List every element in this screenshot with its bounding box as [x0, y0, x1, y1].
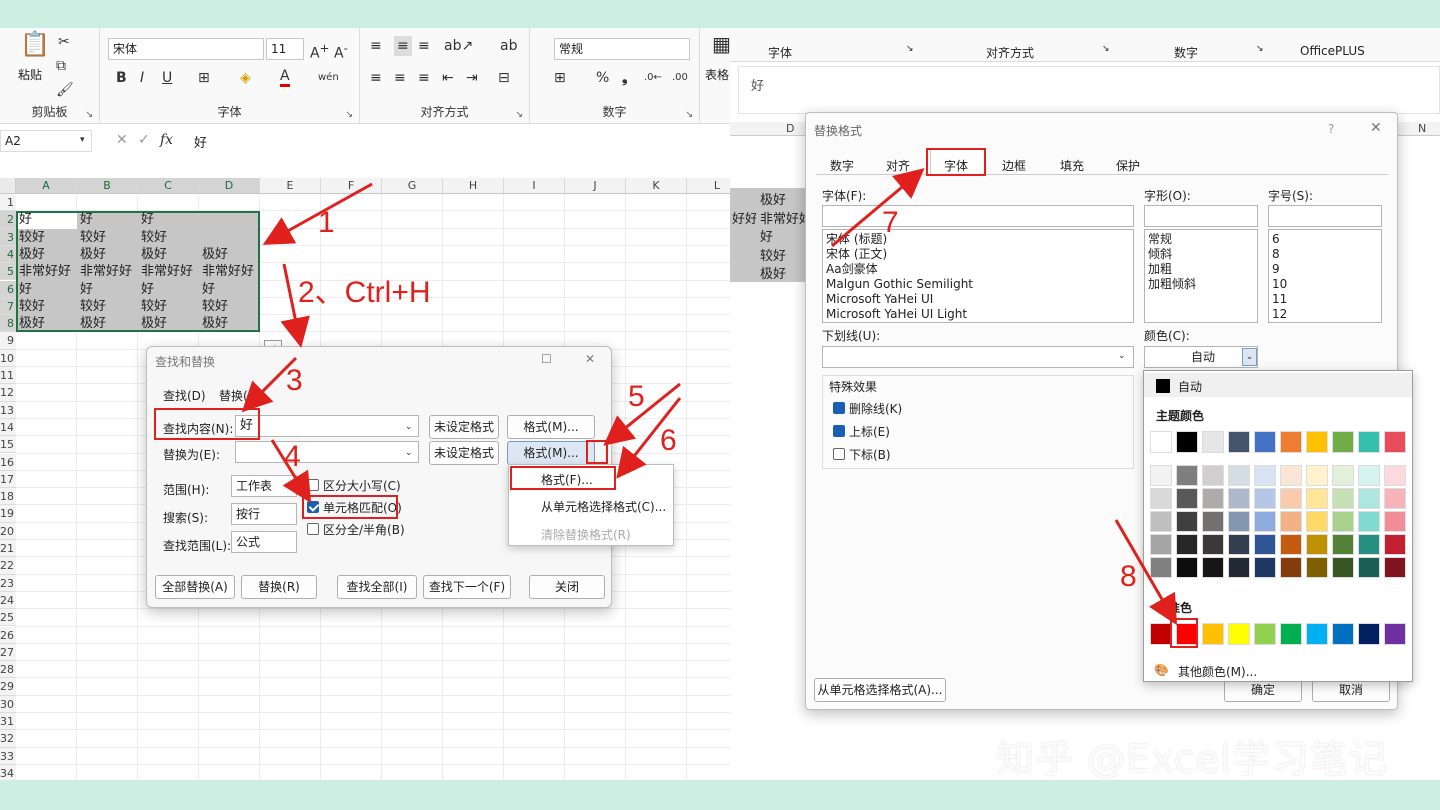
annotation-6: 6 [660, 424, 677, 457]
annotation-7: 7 [882, 206, 899, 239]
annotation-3: 3 [286, 364, 303, 397]
annotation-8: 8 [1120, 560, 1137, 593]
watermark: 知乎 @Excel学习笔记 [996, 737, 1388, 781]
annotation-5: 5 [628, 380, 645, 413]
annotation-arrows [241, 168, 1178, 626]
arrow-7 [831, 168, 925, 248]
highlight-format-dropdown [586, 440, 608, 464]
highlight-format-menu [510, 466, 616, 490]
annotation-2: 2、Ctrl+H [298, 276, 431, 309]
highlight-font-tab [926, 148, 986, 176]
annotation-4: 4 [284, 440, 301, 473]
highlight-match-cell [302, 495, 398, 519]
highlight-find-content [154, 408, 260, 440]
highlight-red-color [1170, 618, 1198, 648]
annotation-1: 1 [318, 206, 335, 239]
